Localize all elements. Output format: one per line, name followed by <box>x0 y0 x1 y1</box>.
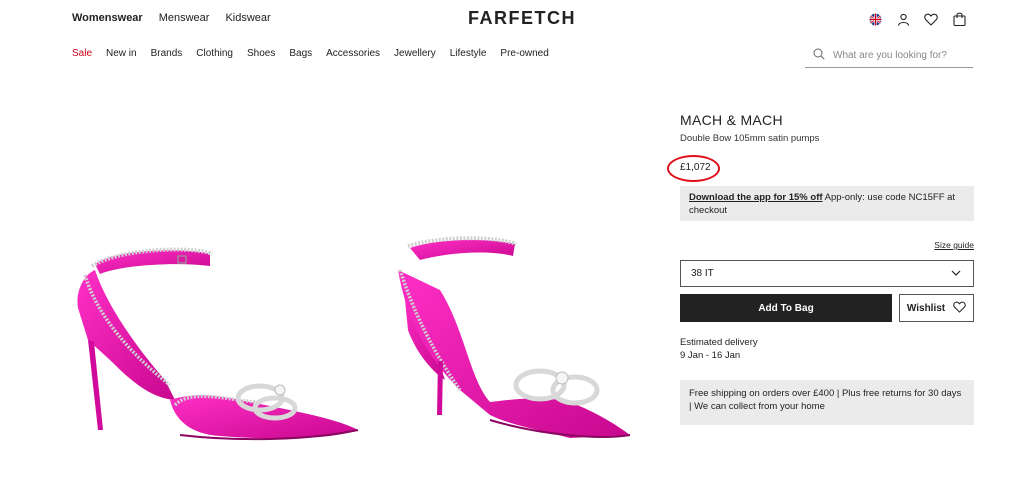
header-icons <box>868 12 966 26</box>
search-input[interactable] <box>833 50 963 61</box>
cat-jewellery[interactable]: Jewellery <box>394 48 436 59</box>
product-images <box>70 230 640 450</box>
product-name: Double Bow 105mm satin pumps <box>680 133 820 144</box>
estimated-delivery: Estimated delivery 9 Jan - 16 Jan <box>680 336 974 362</box>
wishlist-heart-icon[interactable] <box>924 12 938 26</box>
cat-accessories[interactable]: Accessories <box>326 48 380 59</box>
shoe-side-view <box>77 247 359 441</box>
search-bar[interactable] <box>805 44 973 68</box>
size-guide-link[interactable]: Size guide <box>680 240 974 250</box>
cat-clothing[interactable]: Clothing <box>196 48 233 59</box>
product-price: £1,072 <box>680 162 711 173</box>
account-icon[interactable] <box>896 12 910 26</box>
wishlist-button[interactable]: Wishlist <box>899 294 974 322</box>
cat-bags[interactable]: Bags <box>289 48 312 59</box>
action-buttons: Add To Bag Wishlist <box>680 294 974 322</box>
product-brand[interactable]: MACH & MACH <box>680 112 974 128</box>
cat-pre-owned[interactable]: Pre-owned <box>500 48 548 59</box>
wishlist-label: Wishlist <box>906 302 946 314</box>
category-nav: Sale New in Brands Clothing Shoes Bags A… <box>72 48 549 59</box>
shoe-angle-view <box>398 236 631 438</box>
shipping-info-banner: Free shipping on orders over £400 | Plus… <box>680 380 974 425</box>
app-promo-banner: Download the app for 15% off App-only: u… <box>680 186 974 221</box>
bag-icon[interactable] <box>952 12 966 26</box>
cat-shoes[interactable]: Shoes <box>247 48 275 59</box>
chevron-down-icon <box>951 268 961 279</box>
add-to-bag-button[interactable]: Add To Bag <box>680 294 892 322</box>
price-block: £1,072 <box>667 155 974 182</box>
uk-flag-icon[interactable] <box>868 12 882 26</box>
selected-size: 38 IT <box>691 268 714 279</box>
cat-new-in[interactable]: New in <box>106 48 137 59</box>
search-icon <box>813 47 825 65</box>
size-select[interactable]: 38 IT <box>680 260 974 287</box>
delivery-dates: 9 Jan - 16 Jan <box>680 350 741 361</box>
heart-icon <box>953 301 966 316</box>
cat-lifestyle[interactable]: Lifestyle <box>450 48 487 59</box>
delivery-label: Estimated delivery <box>680 337 758 348</box>
product-image-pair[interactable] <box>70 230 640 450</box>
cat-sale[interactable]: Sale <box>72 48 92 59</box>
product-info: MACH & MACH Double Bow 105mm satin pumps… <box>667 112 974 425</box>
cat-brands[interactable]: Brands <box>151 48 183 59</box>
download-app-link[interactable]: Download the app for 15% off <box>689 192 823 203</box>
